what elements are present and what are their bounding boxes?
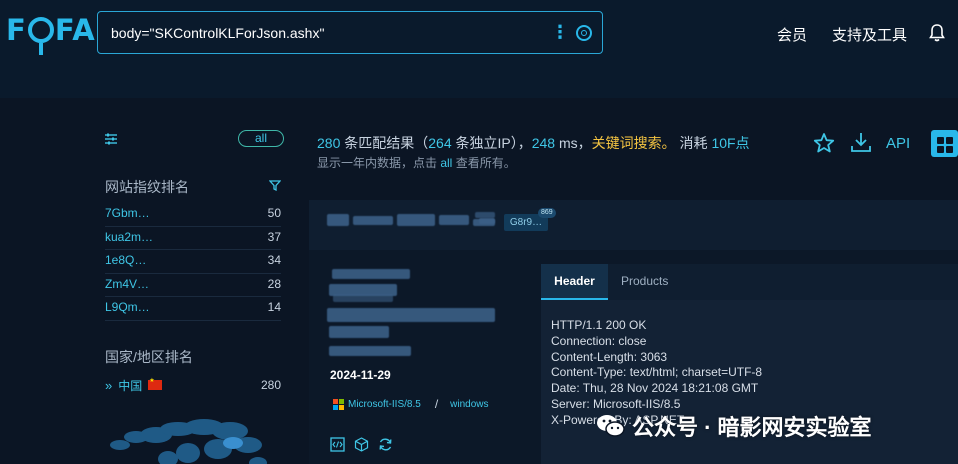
search-icon[interactable] [576,24,592,41]
result-summary: 280 条匹配结果（264 条独立IP），248 ms，关键词搜索。 消耗 10… [317,135,750,151]
settings-sliders-icon[interactable] [104,132,118,146]
bell-icon[interactable] [929,24,945,42]
query-time: 248 [531,135,556,151]
fingerprint-rank-item[interactable]: Zm4V… 28 [105,274,281,297]
search-bar: ⋮ [97,11,603,54]
last-update-date: 2024-11-29 [330,368,391,382]
fingerprint-rank-item[interactable]: 1e8Q… 34 [105,250,281,274]
http-header-line: HTTP/1.1 200 OK [551,318,647,332]
show-all-link[interactable]: all [440,156,452,170]
fingerprint-rank-item[interactable]: L9Qm… 14 [105,297,281,321]
fingerprint-name[interactable]: kua2m… [105,230,153,250]
fingerprint-rank-item[interactable]: kua2m… 37 [105,227,281,250]
country-name[interactable]: 中国 [118,377,142,394]
http-header-line: Date: Thu, 28 Nov 2024 18:21:08 GMT [551,381,759,396]
time-range-note: 显示一年内数据，点击 all 查看所有。 [317,156,516,170]
fofa-logo[interactable]: F FA [6,12,96,55]
fingerprint-name[interactable]: 7Gbm… [105,206,150,226]
code-icon[interactable] [330,437,345,452]
star-icon[interactable] [813,132,835,154]
double-chevron-right-icon[interactable]: » [105,378,112,393]
fingerprint-count: 14 [267,300,281,314]
fingerprint-name[interactable]: Zm4V… [105,277,149,297]
unique-ip-count: 264 [428,135,452,151]
tab-header[interactable]: Header [541,264,608,300]
api-button[interactable]: API [886,135,910,152]
wechat-watermark: 公众号 · 暗影网安实验室 [596,410,872,442]
fingerprint-rank-title: 网站指纹排名 [105,179,189,195]
grid-view-button[interactable] [931,130,958,157]
country-count: 280 [260,378,281,392]
fingerprint-count: 50 [267,206,281,220]
http-header-line: Connection: close [551,333,647,348]
fingerprint-count: 28 [267,276,281,291]
wechat-icon [597,415,625,437]
result-actions [330,437,393,452]
all-toggle[interactable]: all [238,130,284,147]
china-flag-icon [148,377,163,390]
fingerprint-rank-item[interactable]: 7Gbm… 50 [105,203,281,227]
watermark-text: 公众号 · 暗影网安实验室 [632,415,872,440]
total-results: 280 [317,135,341,151]
download-icon[interactable] [850,131,872,153]
detail-tabs: Header Products [541,264,958,300]
cube-icon[interactable] [354,437,369,452]
fingerprint-count: 34 [267,253,281,267]
os-link[interactable]: windows [450,399,488,410]
filter-funnel-icon[interactable] [269,180,281,191]
world-map[interactable] [98,405,292,464]
windows-logo-icon [333,398,344,410]
nav-member[interactable]: 会员 [777,24,807,45]
server-info: Microsoft-IIS/8.5 / windows [333,397,489,411]
redacted-title [327,214,349,226]
server-name-link[interactable]: Microsoft-IIS/8.5 [348,399,421,410]
refresh-icon[interactable] [378,437,393,452]
fingerprint-rank-list: 7Gbm… 50 kua2m… 37 1e8Q… 34 Zm4V… 28 L9Q… [105,203,281,321]
country-rank-item[interactable]: » 中国 280 [105,375,281,395]
country-rank-title: 国家/地区排名 [105,349,193,365]
http-header-line: Content-Type: text/html; charset=UTF-8 [551,365,763,380]
grid-view-icon [937,137,944,144]
nav-support-tools[interactable]: 支持及工具 [832,24,907,45]
result-card-header [309,200,958,250]
http-header-line: Content-Length: 3063 [551,349,668,364]
fingerprint-count: 37 [267,229,281,244]
points-cost: 10F点 [711,135,750,151]
keyword-search-label: 关键词搜索。 [591,135,676,151]
product-tag-count: 869 [538,208,556,218]
tab-products[interactable]: Products [621,264,668,300]
fingerprint-name[interactable]: 1e8Q… [105,253,146,273]
separator: / [434,397,439,411]
logo-o-mark [27,17,54,55]
more-options-icon[interactable]: ⋮ [550,22,570,43]
search-input[interactable] [98,12,550,53]
redacted-ip-link [332,269,410,279]
fingerprint-name[interactable]: L9Qm… [105,300,150,320]
